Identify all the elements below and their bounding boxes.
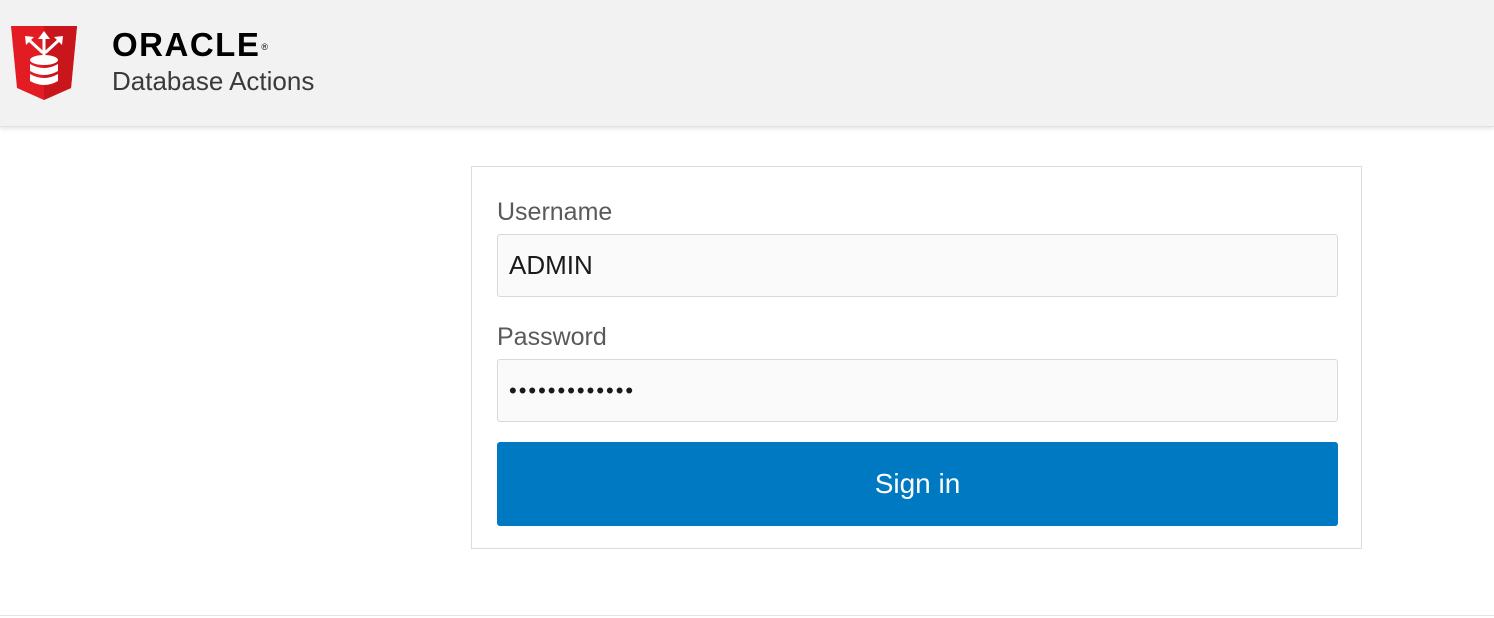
app-header: ORACLE® Database Actions <box>0 0 1494 127</box>
login-form: Username Password Sign in <box>471 166 1362 549</box>
brand-block: ORACLE® Database Actions <box>112 28 315 97</box>
app-name: Database Actions <box>112 66 315 96</box>
footer-divider <box>0 615 1494 616</box>
oracle-wordmark-text: ORACLE <box>112 26 261 63</box>
oracle-database-shield-icon <box>11 26 77 100</box>
username-label: Username <box>497 198 613 226</box>
oracle-wordmark: ORACLE® <box>112 28 314 62</box>
username-field[interactable] <box>497 234 1338 297</box>
sign-in-button[interactable]: Sign in <box>497 442 1338 526</box>
password-field[interactable] <box>497 359 1338 422</box>
password-label: Password <box>497 323 607 351</box>
registered-mark: ® <box>261 42 270 52</box>
